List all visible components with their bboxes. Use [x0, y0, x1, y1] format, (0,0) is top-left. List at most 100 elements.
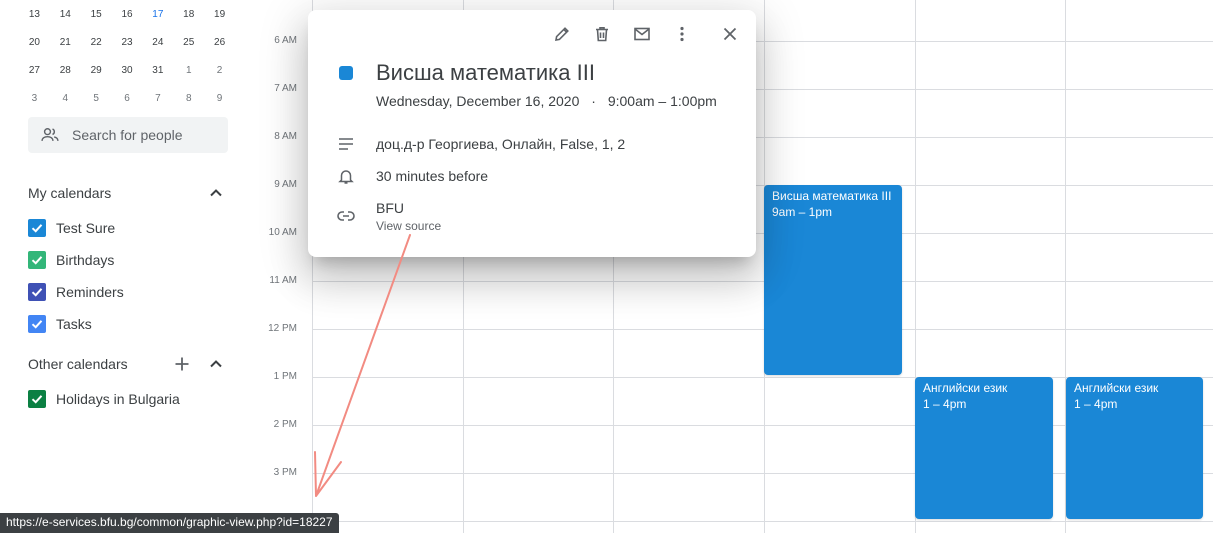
popup-source-name: BFU [376, 200, 404, 216]
calendar-item-label: Birthdays [56, 252, 115, 268]
time-label: 2 PM [273, 419, 297, 430]
day-number: 2 [216, 64, 223, 76]
popup-event-date: Wednesday, December 16, 2020 [376, 93, 580, 109]
mini-calendar-day[interactable]: 29 [81, 65, 112, 76]
calendar-app: 13 14 15 16 17 18 19 20 21 22 23 24 25 26 27 28 29 30 31 1 2… [0, 0, 1213, 533]
checkbox-checked-icon[interactable] [28, 219, 46, 237]
mini-calendar-day[interactable]: 1 [173, 65, 204, 76]
day-number: 31 [152, 64, 164, 76]
mini-calendar-day[interactable]: 28 [50, 65, 81, 76]
day-number: 22 [90, 36, 102, 48]
mini-calendar-day[interactable]: 20 [19, 37, 50, 48]
day-number: 7 [155, 92, 161, 104]
popup-event-datetime: Wednesday, December 16, 2020 · 9:00am – … [376, 93, 717, 109]
mini-calendar-day[interactable]: 23 [112, 37, 143, 48]
time-label: 6 AM [274, 35, 297, 46]
mini-calendar-day[interactable]: 24 [142, 37, 173, 48]
more-options-icon[interactable] [670, 22, 694, 46]
bell-icon [336, 166, 356, 186]
mini-calendar-day[interactable]: 19 [204, 9, 235, 20]
event-english-1[interactable]: Английски език 1 – 4pm [915, 377, 1053, 519]
day-number: 13 [28, 8, 40, 20]
day-number: 3 [31, 92, 38, 104]
time-label: 10 AM [268, 227, 297, 238]
mini-calendar-today[interactable]: 17 [142, 2, 173, 26]
mini-calendar-day[interactable]: 13 [19, 9, 50, 20]
event-english-2[interactable]: Английски език 1 – 4pm [1066, 377, 1203, 519]
link-status-bar: https://e-services.bfu.bg/common/graphic… [0, 513, 339, 533]
event-math[interactable]: Висша математика III 9am – 1pm [764, 185, 902, 375]
day-number: 24 [152, 36, 164, 48]
popup-event-time: 9:00am – 1:00pm [607, 93, 717, 109]
day-number: 15 [90, 8, 102, 20]
hour-line [312, 521, 1213, 522]
day-number: 4 [62, 92, 69, 104]
search-people-input[interactable]: Search for people [28, 117, 228, 153]
calendar-item-birthdays[interactable]: Birthdays [28, 248, 114, 272]
checkbox-checked-icon[interactable] [28, 315, 46, 333]
my-calendars-header[interactable]: My calendars [28, 181, 228, 205]
event-color-swatch [339, 66, 353, 80]
chevron-up-icon[interactable] [204, 352, 228, 376]
day-number: 30 [121, 64, 133, 76]
mini-calendar-week: 27 28 29 30 31 1 2 [19, 56, 235, 84]
mini-calendar-day[interactable]: 16 [112, 9, 143, 20]
mini-calendar-day[interactable]: 21 [50, 37, 81, 48]
day-number: 18 [183, 8, 195, 20]
my-calendars-title: My calendars [28, 185, 112, 201]
mini-calendar-day[interactable]: 15 [81, 9, 112, 20]
view-source-link[interactable]: View source [376, 219, 441, 233]
mini-calendar-day[interactable]: 22 [81, 37, 112, 48]
mini-calendar-day[interactable]: 31 [142, 65, 173, 76]
mini-calendar-day[interactable]: 2 [204, 65, 235, 76]
calendar-item-reminders[interactable]: Reminders [28, 280, 124, 304]
mini-calendar-day[interactable]: 3 [19, 93, 50, 104]
popup-separator: · [591, 93, 596, 109]
mini-calendar-day[interactable]: 8 [173, 93, 204, 104]
day-number: 23 [121, 36, 133, 48]
other-calendars-header[interactable]: Other calendars [28, 352, 228, 376]
calendar-item-label: Tasks [56, 316, 92, 332]
description-icon [336, 134, 356, 154]
mini-calendar-day[interactable]: 25 [173, 37, 204, 48]
mini-calendar-day[interactable]: 30 [112, 65, 143, 76]
mini-calendar-week: 20 21 22 23 24 25 26 [19, 28, 235, 56]
calendar-item-holidays-bulgaria[interactable]: Holidays in Bulgaria [28, 387, 180, 411]
mini-calendar-day[interactable]: 7 [142, 93, 173, 104]
mini-calendar-day[interactable]: 14 [50, 9, 81, 20]
day-number: 9 [216, 92, 223, 104]
edit-icon[interactable] [550, 22, 574, 46]
sidebar: 13 14 15 16 17 18 19 20 21 22 23 24 25 26 27 28 29 30 31 1 2… [0, 0, 250, 533]
search-placeholder: Search for people [72, 127, 183, 143]
calendar-item-tasks[interactable]: Tasks [28, 312, 92, 336]
event-time: 1 – 4pm [923, 397, 967, 411]
checkbox-checked-icon[interactable] [28, 251, 46, 269]
mini-calendar-day[interactable]: 6 [112, 93, 143, 104]
event-title: Английски език [1074, 381, 1159, 395]
email-icon[interactable] [630, 22, 654, 46]
delete-icon[interactable] [590, 22, 614, 46]
mini-calendar-day[interactable]: 27 [19, 65, 50, 76]
hour-line [312, 281, 1213, 282]
day-number: 5 [93, 92, 99, 104]
close-icon[interactable] [718, 22, 742, 46]
day-number: 1 [185, 64, 192, 76]
mini-calendar-day[interactable]: 18 [173, 9, 204, 20]
mini-calendar-day[interactable]: 4 [50, 93, 81, 104]
checkbox-checked-icon[interactable] [28, 390, 46, 408]
calendar-item-label: Reminders [56, 284, 124, 300]
chevron-up-icon[interactable] [204, 181, 228, 205]
mini-calendar-day[interactable]: 26 [204, 37, 235, 48]
day-number: 16 [121, 8, 133, 20]
calendar-item-test-sure[interactable]: Test Sure [28, 216, 115, 240]
day-number: 29 [90, 64, 102, 76]
checkbox-checked-icon[interactable] [28, 283, 46, 301]
calendar-item-label: Test Sure [56, 220, 116, 236]
plus-icon[interactable] [170, 352, 194, 376]
event-time: 9am – 1pm [772, 205, 833, 219]
time-label: 3 PM [273, 467, 297, 478]
event-details-popup: Висша математика III Wednesday, December… [308, 10, 756, 257]
mini-calendar-day[interactable]: 5 [81, 93, 112, 104]
mini-calendar-day[interactable]: 9 [204, 93, 235, 104]
day-number: 17 [152, 8, 164, 20]
